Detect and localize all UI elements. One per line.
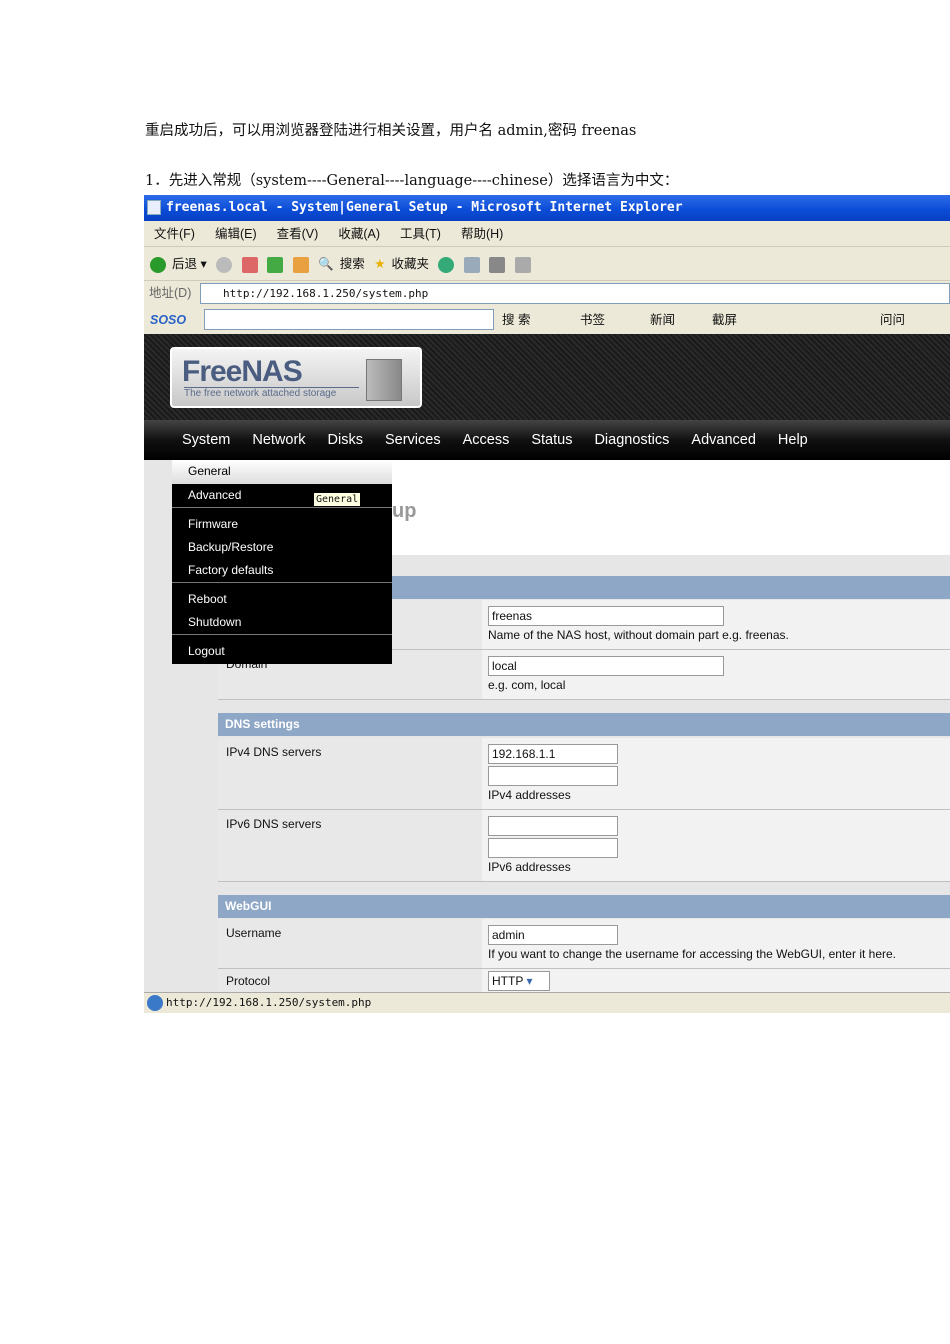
back-icon[interactable]: [150, 256, 166, 273]
home-icon[interactable]: [292, 256, 309, 273]
news-button[interactable]: 新闻: [650, 306, 675, 334]
step-1-text: 1．先进入常规（system----General----language---…: [145, 173, 679, 189]
address-bar: 地址(D) http://192.168.1.250/system.php: [144, 281, 950, 306]
soso-logo: SOSO: [150, 313, 187, 327]
status-url: http://192.168.1.250/system.php: [166, 996, 372, 1009]
menu-item-advanced[interactable]: Advanced: [188, 488, 241, 502]
nav-help[interactable]: Help: [778, 432, 808, 448]
edit-icon[interactable]: [514, 256, 531, 273]
username-label: Username: [218, 919, 482, 968]
nav-services[interactable]: Services: [385, 432, 441, 448]
menu-favorites[interactable]: 收藏(A): [338, 227, 380, 241]
freenas-logo: FreeNAS The free network attached storag…: [170, 347, 422, 408]
mail-icon[interactable]: [463, 256, 480, 273]
back-button[interactable]: 后退: [172, 257, 197, 271]
search-icon[interactable]: 🔍: [318, 257, 334, 271]
menu-item-logout[interactable]: Logout: [188, 644, 225, 658]
nav-advanced[interactable]: Advanced: [691, 432, 756, 448]
soso-search-button[interactable]: 搜 索: [502, 306, 530, 334]
menu-item-shutdown[interactable]: Shutdown: [188, 615, 241, 629]
dns-section-header: DNS settings: [218, 713, 950, 736]
webgui-section-header: WebGUI: [218, 895, 950, 918]
menu-item-backup-restore[interactable]: Backup/Restore: [188, 540, 273, 554]
status-bar: http://192.168.1.250/system.php: [144, 992, 950, 1013]
menu-item-reboot[interactable]: Reboot: [188, 592, 227, 606]
soso-toolbar: SOSO 搜 索 书签 新闻 截屏 问问: [144, 306, 950, 334]
server-icon: [366, 359, 402, 401]
browser-screenshot: freenas.local - System|General Setup - M…: [144, 195, 950, 1013]
protocol-value: HTTP: [492, 974, 524, 988]
ipv6-dns-input-2[interactable]: [488, 838, 618, 858]
ipv6-dns-label: IPv6 DNS servers: [218, 810, 482, 881]
system-dropdown-menu: General Advanced Firmware Backup/Restore…: [172, 460, 392, 664]
nav-disks[interactable]: Disks: [328, 432, 363, 448]
username-hint: If you want to change the username for a…: [488, 947, 896, 961]
title-bar: freenas.local - System|General Setup - M…: [144, 195, 950, 221]
toolbar: 后退 ▾ 🔍 搜索 ★ 收藏夹: [144, 247, 950, 281]
logo-tagline: The free network attached storage: [184, 387, 359, 399]
ipv4-dns-row: IPv4 DNS servers 192.168.1.1 IPv4 address…: [218, 738, 950, 810]
domain-input[interactable]: local: [488, 656, 724, 676]
window-title: freenas.local - System|General Setup - M…: [166, 200, 683, 215]
menu-view[interactable]: 查看(V): [277, 227, 319, 241]
page-title: up: [392, 500, 417, 522]
chevron-down-icon: ▾: [526, 974, 533, 988]
menu-help[interactable]: 帮助(H): [461, 227, 503, 241]
refresh-icon[interactable]: [267, 256, 284, 273]
main-nav: System Network Disks Services Access Status Di…: [144, 420, 950, 460]
nav-diagnostics[interactable]: Diagnostics: [594, 432, 669, 448]
ie-icon: [147, 995, 163, 1011]
nav-status[interactable]: Status: [531, 432, 572, 448]
print-icon[interactable]: [489, 256, 506, 273]
freenas-header: FreeNAS The free network attached storag…: [144, 334, 950, 420]
protocol-label: Protocol: [218, 969, 482, 992]
ipv6-dns-input-1[interactable]: [488, 816, 618, 836]
ipv6-dns-row: IPv6 DNS servers IPv6 addresses: [218, 810, 950, 882]
username-input[interactable]: admin: [488, 925, 618, 945]
protocol-row: Protocol HTTP ▾: [218, 969, 950, 992]
intro-text: 重启成功后，可以用浏览器登陆进行相关设置，用户名 admin,密码 freena…: [145, 123, 637, 139]
ipv6-hint: IPv6 addresses: [488, 860, 571, 874]
stop-icon[interactable]: [241, 256, 258, 273]
favorites-button[interactable]: 收藏夹: [391, 257, 429, 271]
menu-item-firmware[interactable]: Firmware: [188, 517, 238, 531]
domain-hint: e.g. com, local: [488, 678, 566, 692]
star-icon[interactable]: ★: [374, 257, 385, 271]
forward-icon[interactable]: [216, 256, 233, 273]
menu-edit[interactable]: 编辑(E): [215, 227, 257, 241]
protocol-select[interactable]: HTTP ▾: [488, 971, 550, 991]
screenshot-button[interactable]: 截屏: [712, 306, 737, 334]
soso-search-input[interactable]: [204, 309, 494, 330]
ask-button[interactable]: 问问: [880, 306, 905, 334]
history-icon[interactable]: [438, 256, 455, 273]
ipv4-hint: IPv4 addresses: [488, 788, 571, 802]
menu-item-factory-defaults[interactable]: Factory defaults: [188, 563, 273, 577]
ie-page-icon: [147, 200, 161, 215]
search-button[interactable]: 搜索: [340, 257, 365, 271]
nav-network[interactable]: Network: [252, 432, 305, 448]
tooltip: General: [313, 492, 362, 507]
ipv4-dns-input-1[interactable]: 192.168.1.1: [488, 744, 618, 764]
username-row: Username admin If you want to change the …: [218, 919, 950, 969]
menu-file[interactable]: 文件(F): [154, 227, 195, 241]
ipv4-dns-label: IPv4 DNS servers: [218, 738, 482, 809]
logo-text: FreeNAS: [182, 355, 303, 388]
ipv4-dns-input-2[interactable]: [488, 766, 618, 786]
nav-access[interactable]: Access: [463, 432, 510, 448]
address-input[interactable]: http://192.168.1.250/system.php: [200, 283, 950, 304]
hostname-hint: Name of the NAS host, without domain par…: [488, 628, 789, 642]
bookmarks-button[interactable]: 书签: [580, 306, 605, 334]
nav-system[interactable]: System: [182, 432, 230, 448]
menu-tools[interactable]: 工具(T): [400, 227, 441, 241]
hostname-input[interactable]: freenas: [488, 606, 724, 626]
address-label: 地址(D): [149, 286, 192, 300]
menu-bar: 文件(F) 编辑(E) 查看(V) 收藏(A) 工具(T) 帮助(H): [144, 221, 950, 247]
menu-item-general[interactable]: General: [172, 460, 392, 484]
